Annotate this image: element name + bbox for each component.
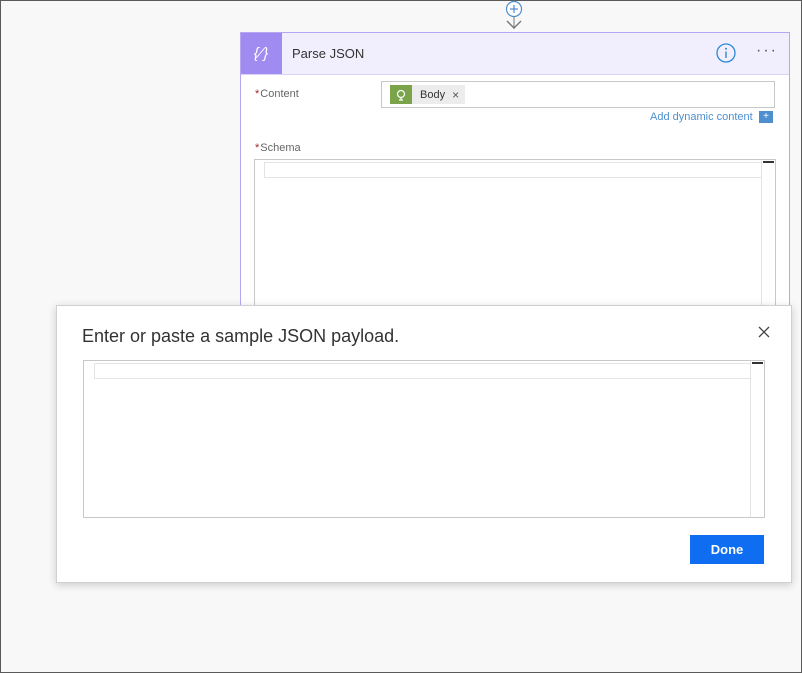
content-field-label: *Content: [255, 88, 299, 100]
token-remove-icon[interactable]: ×: [452, 88, 459, 102]
schema-field-label: *Schema: [255, 142, 301, 154]
body-token[interactable]: Body ×: [390, 85, 465, 104]
current-line-highlight: [94, 363, 751, 379]
schema-label-text: Schema: [260, 142, 301, 154]
required-mark: *: [255, 88, 260, 100]
editor-scrollbar[interactable]: [750, 361, 764, 517]
trigger-icon: [390, 85, 412, 104]
more-options-icon[interactable]: ···: [756, 42, 778, 60]
close-icon[interactable]: [756, 324, 772, 340]
content-input[interactable]: Body ×: [381, 81, 775, 108]
token-label: Body: [420, 88, 446, 101]
done-button[interactable]: Done: [690, 535, 764, 564]
add-dynamic-content-link[interactable]: Add dynamic content: [650, 111, 753, 123]
scrollbar-marker: [763, 161, 774, 163]
current-line-highlight: [264, 162, 775, 178]
sample-payload-dialog: Enter or paste a sample JSON payload. Do…: [56, 305, 792, 583]
add-step-icon[interactable]: [504, 0, 524, 30]
scrollbar-marker: [752, 362, 763, 364]
card-title: Parse JSON: [292, 46, 365, 61]
content-label-text: Content: [260, 88, 299, 100]
card-header[interactable]: {⁄} Parse JSON ···: [241, 33, 789, 75]
add-dynamic-content-icon[interactable]: +: [759, 111, 773, 123]
info-icon[interactable]: [716, 43, 736, 63]
flow-canvas: {⁄} Parse JSON ··· *Content Body × Add d…: [0, 0, 802, 673]
braces-icon: {⁄}: [241, 33, 282, 74]
required-mark: *: [255, 142, 260, 154]
dialog-title: Enter or paste a sample JSON payload.: [82, 326, 400, 346]
payload-editor[interactable]: [83, 360, 765, 518]
